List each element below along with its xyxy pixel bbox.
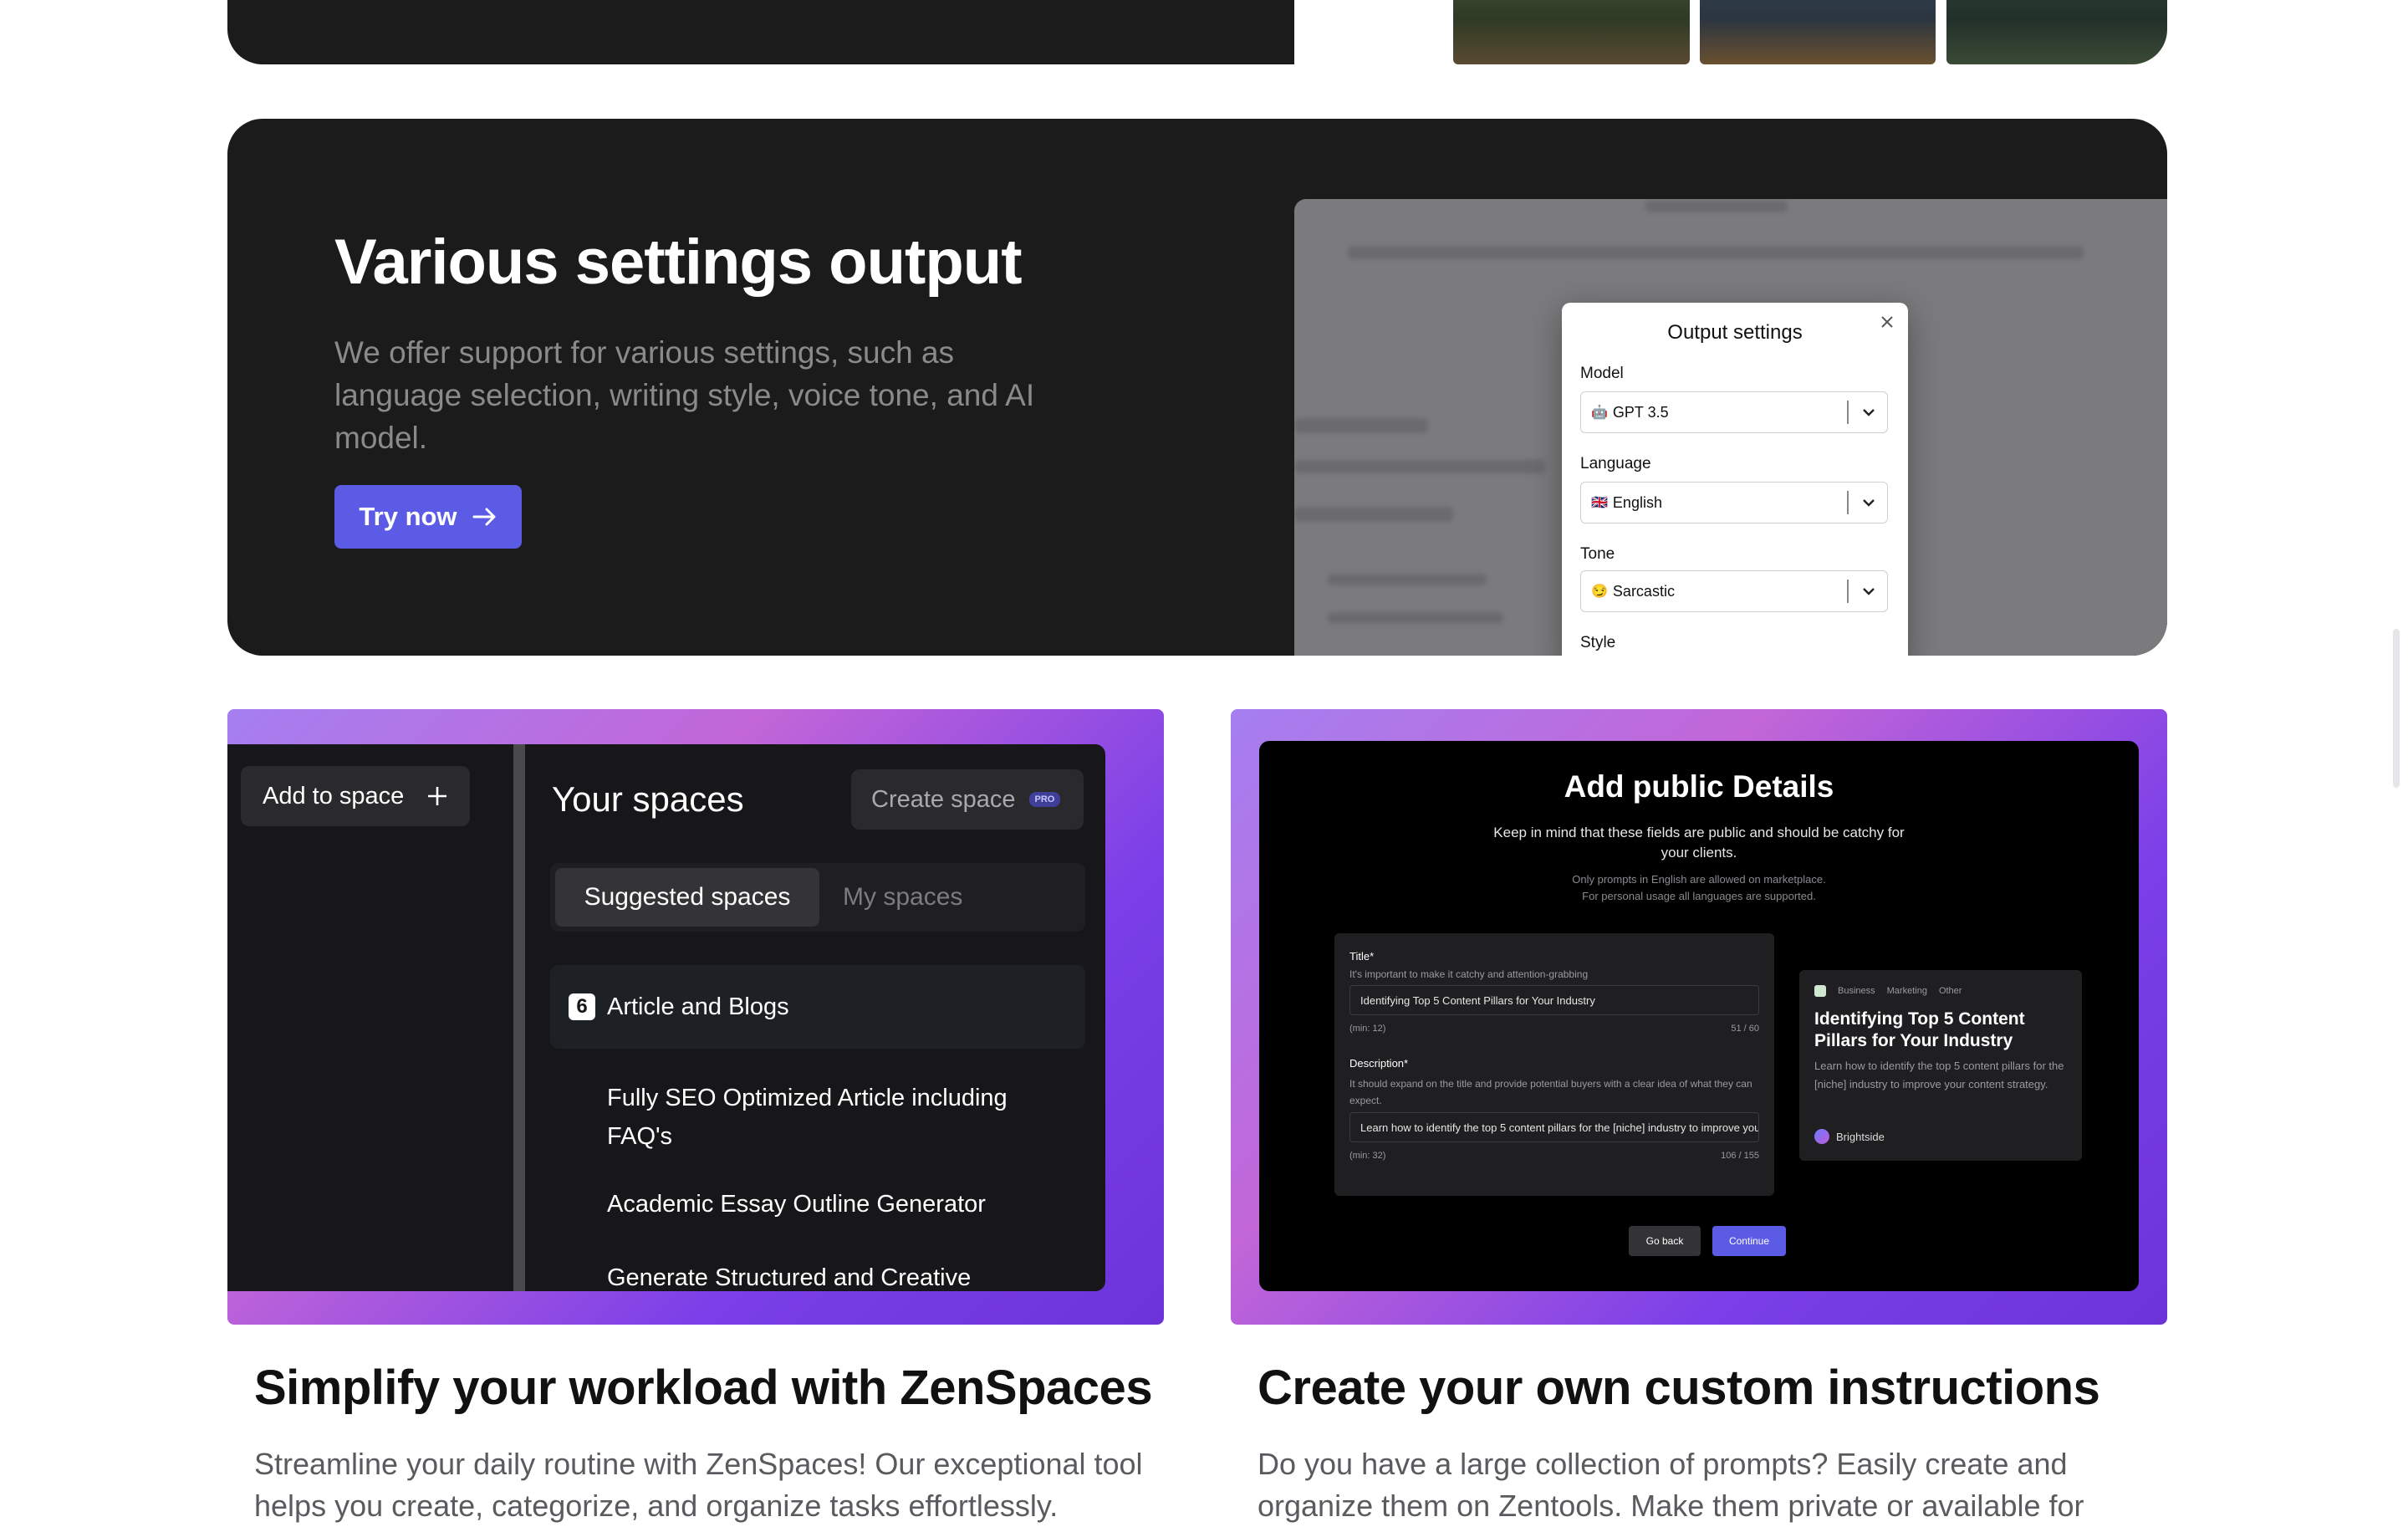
language-select[interactable]: 🇬🇧 English [1580,482,1888,523]
public-details-subtitle: Keep in mind that these fields are publi… [1493,825,1905,861]
settings-title: Various settings output [334,227,1022,298]
tag-marketing: Marketing [1886,986,1927,996]
description-min: (min: 32) [1349,1151,1386,1161]
checkbox-icon [1814,985,1826,997]
pro-badge: PRO [1028,792,1061,807]
panel-divider [513,744,525,1291]
preview-title: Identifying Top 5 Content Pillars for Yo… [1814,1009,2025,1050]
tab-my-spaces[interactable]: My spaces [834,868,1010,927]
go-back-button[interactable]: Go back [1629,1226,1701,1256]
preview-description: Learn how to identify the top 5 content … [1814,1060,2064,1090]
model-label: Model [1580,365,1624,382]
marketplace-note: Only prompts in English are allowed on m… [1572,873,1826,886]
forest-photo-3 [1946,0,2167,64]
description-field-label: Description* [1349,1057,1409,1070]
chevron-down-icon [1863,588,1875,595]
space-name: Article and Blogs [607,993,789,1020]
settings-feature-card: Various settings output We offer support… [227,119,2167,656]
language-value: English [1612,493,1662,511]
title-count: 51 / 60 [1731,1024,1759,1034]
prompt-preview-card: Business Marketing Other Identifying Top… [1799,970,2082,1161]
space-article-and-blogs[interactable]: 6 Article and Blogs [550,965,1085,1049]
chevron-down-icon [1863,499,1875,507]
public-details-form: Title* It's important to make it catchy … [1334,933,1774,1196]
close-icon[interactable] [1880,314,1895,329]
personal-usage-note: For personal usage all languages are sup… [1582,890,1816,902]
add-to-space-label: Add to space [263,782,405,809]
try-now-label: Try now [359,502,457,531]
forest-photo-1 [1453,0,1690,64]
add-to-space-button[interactable]: Add to space [241,766,470,826]
tag-other: Other [1938,986,1962,996]
smirk-emoji-icon: 😏 [1591,585,1608,599]
description-field-hint: It should expand on the title and provid… [1349,1078,1752,1106]
public-details-visual-card: Add public Details Keep in mind that the… [1231,709,2167,1325]
tone-label: Tone [1580,545,1615,563]
style-label: Style [1580,634,1616,651]
zenspaces-visual-card: Add to space Your spaces Create space PR… [227,709,1164,1325]
model-select[interactable]: 🤖 GPT 3.5 [1580,391,1888,433]
your-spaces-panel: Your spaces Create space PRO Suggested s… [525,744,1105,1291]
create-space-label: Create space [871,785,1016,813]
space-list-item[interactable]: Fully SEO Optimized Article including FA… [607,1079,1042,1156]
title-field-hint: It's important to make it catchy and att… [1349,968,1589,980]
top-card-image-area [1294,0,2167,64]
tone-value: Sarcastic [1612,582,1675,600]
description-input[interactable]: Learn how to identify the top 5 content … [1349,1112,1759,1142]
arrow-right-icon [472,508,496,526]
title-input[interactable]: Identifying Top 5 Content Pillars for Yo… [1349,985,1759,1015]
robot-icon: 🤖 [1591,406,1608,420]
try-now-button[interactable]: Try now [334,485,522,549]
left-dark-panel: Add to space [227,744,513,1291]
tab-suggested-spaces[interactable]: Suggested spaces [555,868,819,927]
custom-instructions-heading: Create your own custom instructions [1258,1361,2100,1415]
public-details-title: Add public Details [1564,769,1834,804]
space-list-item[interactable]: Academic Essay Outline Generator [607,1191,986,1218]
chevron-down-icon [1863,409,1875,416]
continue-button[interactable]: Continue [1712,1226,1786,1256]
space-number-icon: 6 [569,993,595,1020]
preview-author: Brightside [1814,1129,1885,1144]
description-count: 106 / 155 [1721,1151,1759,1161]
tag-business: Business [1838,986,1875,996]
tone-select[interactable]: 😏 Sarcastic [1580,570,1888,612]
space-list-item[interactable]: Generate Structured and Creative [607,1264,971,1292]
zenspaces-text: Streamline your daily routine with ZenSp… [254,1447,1143,1523]
scrollbar-thumb[interactable] [2393,629,2400,788]
settings-description: We offer support for various settings, s… [334,335,1035,455]
your-spaces-title: Your spaces [552,779,744,819]
spaces-tabs: Suggested spaces My spaces [550,863,1085,932]
custom-instructions-text: Do you have a large collection of prompt… [1258,1447,2084,1523]
output-settings-modal: Output settings Model 🤖 GPT 3.5 Language… [1562,303,1908,656]
model-value: GPT 3.5 [1612,403,1669,421]
top-feature-card [227,0,2167,64]
settings-preview: Output settings Model 🤖 GPT 3.5 Language… [1294,199,2167,656]
create-space-button[interactable]: Create space PRO [851,769,1084,830]
forest-photo-2 [1700,0,1936,64]
plus-icon [428,787,446,805]
preview-tags: Business Marketing Other [1814,985,1962,997]
author-name: Brightside [1836,1130,1885,1143]
avatar [1814,1129,1829,1144]
language-label: Language [1580,455,1651,472]
title-field-label: Title* [1349,950,1375,963]
title-min: (min: 12) [1349,1024,1386,1034]
public-details-screen: Add public Details Keep in mind that the… [1259,741,2139,1291]
zenspaces-heading: Simplify your workload with ZenSpaces [254,1361,1153,1415]
modal-title: Output settings [1667,321,1803,344]
uk-flag-icon: 🇬🇧 [1591,496,1608,510]
